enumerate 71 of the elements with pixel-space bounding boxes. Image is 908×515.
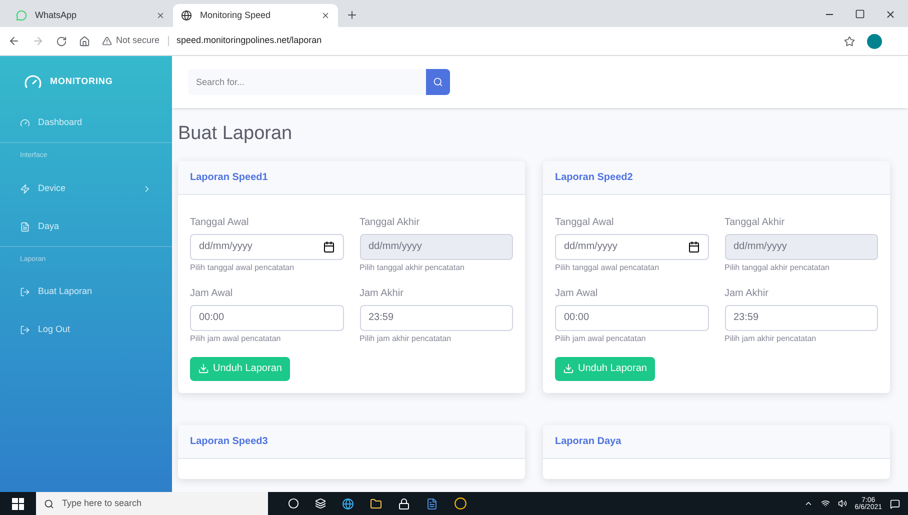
wifi-icon[interactable]: [820, 499, 830, 508]
windows-icon[interactable]: [12, 498, 24, 510]
page-title: Buat Laporan: [178, 122, 294, 146]
card-title: Laporan Speed1: [190, 170, 268, 184]
app-icon[interactable]: [426, 498, 438, 510]
field-hint: Pilih jam awal pencatatan: [190, 332, 282, 344]
field-label: Jam Awal: [190, 286, 234, 300]
field-hint: Pilih tanggal akhir pencatatan: [360, 262, 466, 274]
menu-icon: [20, 184, 30, 194]
search-button[interactable]: [426, 69, 450, 95]
browser-tab[interactable]: Monitoring Speed: [173, 4, 338, 27]
menu-icon: [20, 325, 30, 335]
field-hint: Pilih jam awal pencatatan: [555, 332, 647, 344]
home-icon[interactable]: [79, 36, 90, 46]
globe-icon: [181, 10, 192, 21]
calendar-icon[interactable]: [322, 240, 334, 252]
url-text[interactable]: speed.monitoringpolines.net/laporan: [176, 34, 322, 48]
folder-icon[interactable]: [370, 498, 382, 510]
date-field[interactable]: dd/mm/yyyy: [555, 234, 708, 260]
close-icon[interactable]: [885, 9, 896, 20]
security-label: Not secure: [116, 34, 160, 48]
field-label: Jam Akhir: [360, 286, 404, 300]
search-icon: [433, 77, 443, 87]
field-label: Tanggal Akhir: [724, 216, 786, 230]
close-icon[interactable]: [156, 11, 165, 20]
time-field[interactable]: 23:59: [360, 304, 513, 330]
field-hint: Pilih tanggal awal pencatatan: [555, 262, 660, 274]
chat-icon: [16, 10, 27, 21]
menu-icon: [20, 222, 30, 232]
search-field[interactable]: Search for...: [188, 69, 426, 95]
search-icon: [44, 498, 54, 508]
card-title: Laporan Speed3: [190, 434, 268, 448]
sidebar-item[interactable]: Log Out: [0, 311, 172, 349]
task-view-icon[interactable]: [315, 498, 326, 509]
browser-icon[interactable]: [342, 498, 354, 510]
card-title: Laporan Daya: [555, 434, 622, 448]
field-hint: Pilih tanggal akhir pencatatan: [724, 262, 830, 274]
field-hint: Pilih tanggal awal pencatatan: [190, 262, 296, 274]
logo-icon: [24, 73, 42, 91]
field-hint: Pilih jam akhir pencatatan: [360, 332, 452, 344]
download-icon: [198, 363, 209, 374]
maximize-icon[interactable]: [855, 9, 865, 19]
star-icon[interactable]: [844, 36, 855, 46]
field-hint: Pilih jam akhir pencatatan: [724, 332, 818, 344]
back-icon[interactable]: [8, 35, 20, 47]
calendar-icon[interactable]: [688, 240, 700, 252]
menu-icon: [20, 287, 30, 297]
time-field[interactable]: 00:00: [555, 304, 708, 330]
field-label: Jam Akhir: [724, 286, 770, 300]
card-title: Laporan Speed2: [555, 170, 633, 184]
tab-title: Monitoring Speed: [200, 8, 272, 22]
warning-icon: [102, 36, 112, 46]
brand-name: MONITORING: [50, 75, 113, 88]
tab-title: WhatsApp: [35, 8, 78, 22]
time-field[interactable]: 00:00: [190, 304, 344, 330]
time-field[interactable]: 23:59: [724, 304, 878, 330]
download-icon: [563, 363, 574, 374]
field-label: Tanggal Akhir: [360, 216, 421, 230]
taskbar-search-field[interactable]: Type here to search: [36, 492, 268, 515]
field-label: Tanggal Awal: [555, 216, 615, 230]
field-label: Tanggal Awal: [190, 216, 250, 230]
close-icon[interactable]: [321, 11, 330, 20]
date-field[interactable]: dd/mm/yyyy: [190, 234, 344, 260]
field-label: Jam Awal: [555, 286, 599, 300]
menu-icon: [20, 118, 30, 128]
new-tab-icon[interactable]: [346, 9, 358, 21]
reload-icon[interactable]: [56, 36, 67, 46]
profile-avatar[interactable]: [867, 34, 882, 48]
volume-icon[interactable]: [838, 499, 847, 508]
notification-icon[interactable]: [890, 498, 900, 508]
sidebar-item[interactable]: Buat Laporan: [0, 273, 172, 311]
